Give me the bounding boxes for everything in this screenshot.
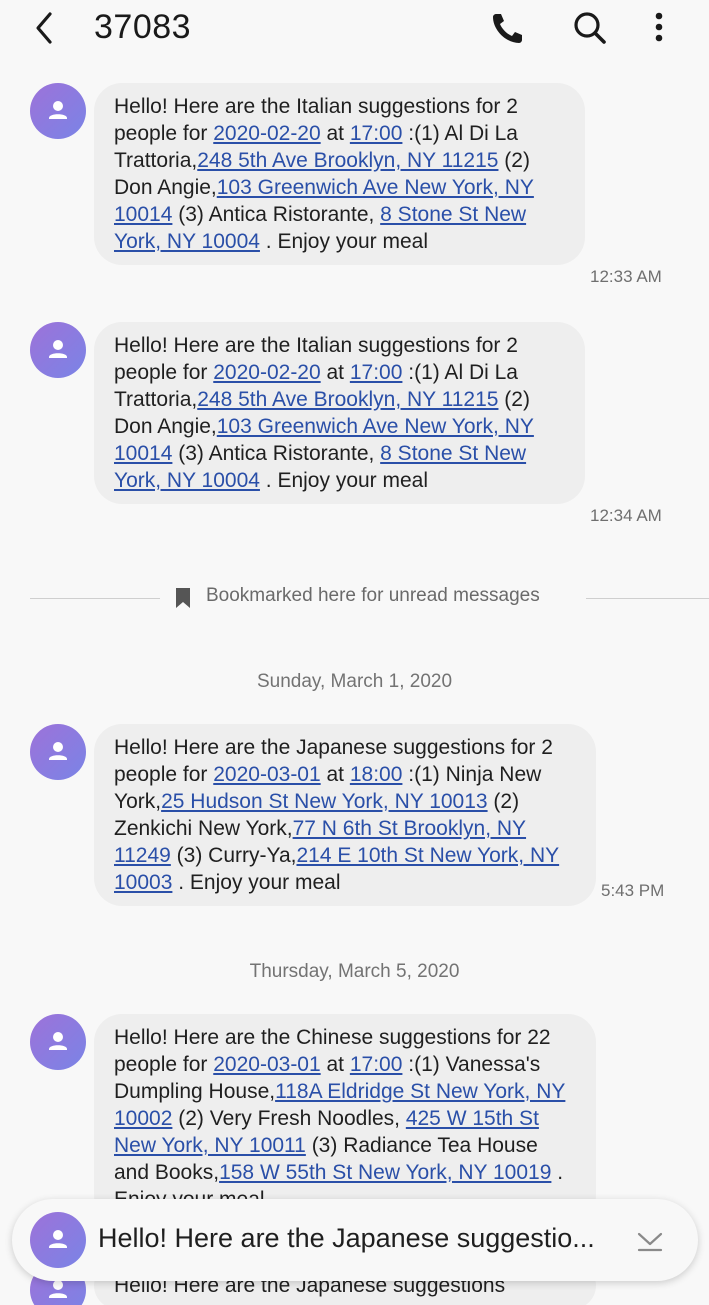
message-text: (3) Antica Ristorante, [172, 442, 381, 465]
divider-line [586, 598, 709, 599]
search-icon [574, 12, 606, 44]
person-icon [49, 1230, 67, 1248]
message-text: (2) Very Fresh Noodles, [172, 1107, 406, 1130]
message-link[interactable]: 25 Hudson St New York, NY 10013 [161, 790, 488, 813]
chevron-down-icon[interactable] [636, 1225, 664, 1253]
message-timestamp: 5:43 PM [601, 881, 665, 900]
message-link[interactable]: 2020-02-20 [213, 122, 320, 145]
new-message-preview[interactable]: Hello! Here are the Japanese suggestio..… [12, 1199, 698, 1281]
call-button[interactable] [486, 6, 530, 50]
avatar[interactable] [30, 1014, 86, 1070]
message-text: (3) Antica Ristorante, [172, 203, 381, 226]
message-text: at [320, 122, 350, 145]
conversation-title: 37083 [94, 8, 192, 46]
more-options-button[interactable] [637, 6, 681, 50]
person-icon [49, 1032, 67, 1050]
person-icon [49, 742, 67, 760]
avatar[interactable] [30, 322, 86, 378]
message-link[interactable]: 17:00 [350, 361, 403, 384]
message-timestamp: 12:34 AM [590, 506, 662, 525]
message-link[interactable]: 17:00 [350, 122, 403, 145]
message-bubble[interactable]: Hello! Here are the Chinese suggestions … [94, 1014, 596, 1223]
message-link[interactable]: 18:00 [350, 763, 403, 786]
person-icon [49, 340, 67, 358]
more-vert-icon [655, 12, 663, 42]
message-text: at [320, 1053, 350, 1076]
date-separator: Thursday, March 5, 2020 [249, 961, 460, 982]
date-separator: Sunday, March 1, 2020 [256, 671, 453, 692]
message-link[interactable]: 248 5th Ave Brooklyn, NY 11215 [197, 388, 498, 411]
message-text: . Enjoy your meal [259, 230, 429, 253]
message-text: at [320, 361, 350, 384]
message-bubble[interactable]: Hello! Here are the Italian suggestions … [94, 322, 585, 504]
message-text: at [320, 763, 350, 786]
preview-text: Hello! Here are the Japanese suggestio..… [98, 1223, 595, 1253]
back-arrow-icon [36, 12, 52, 44]
message-link[interactable]: 2020-03-01 [213, 763, 320, 786]
message-link[interactable]: 17:00 [350, 1053, 403, 1076]
message-link[interactable]: 2020-03-01 [213, 1053, 320, 1076]
avatar[interactable] [30, 83, 86, 139]
message-thread[interactable]: Hello! Here are the Italian suggestions … [0, 62, 709, 1305]
bookmark-label: Bookmarked here for unread messages [206, 585, 540, 606]
message-text: . Enjoy your meal [259, 469, 429, 492]
bookmark-icon [176, 588, 190, 608]
unread-bookmark-divider: Bookmarked here for unread messages [0, 584, 709, 614]
message-text: . Enjoy your meal [172, 871, 341, 894]
avatar [30, 1212, 86, 1268]
back-button[interactable] [30, 8, 74, 48]
top-app-bar: 37083 [0, 0, 709, 62]
avatar[interactable] [30, 724, 86, 780]
person-icon [49, 101, 67, 119]
message-bubble[interactable]: Hello! Here are the Italian suggestions … [94, 83, 585, 265]
message-link[interactable]: 158 W 55th St New York, NY 10019 [219, 1161, 551, 1184]
message-link[interactable]: 2020-02-20 [213, 361, 320, 384]
phone-icon [493, 14, 522, 43]
message-timestamp: 12:33 AM [590, 267, 662, 286]
search-button[interactable] [568, 6, 612, 50]
divider-line [30, 598, 160, 599]
message-link[interactable]: 248 5th Ave Brooklyn, NY 11215 [197, 149, 498, 172]
message-text: (3) Curry-Ya, [170, 844, 297, 867]
message-bubble[interactable]: Hello! Here are the Japanese suggestions… [94, 724, 596, 906]
